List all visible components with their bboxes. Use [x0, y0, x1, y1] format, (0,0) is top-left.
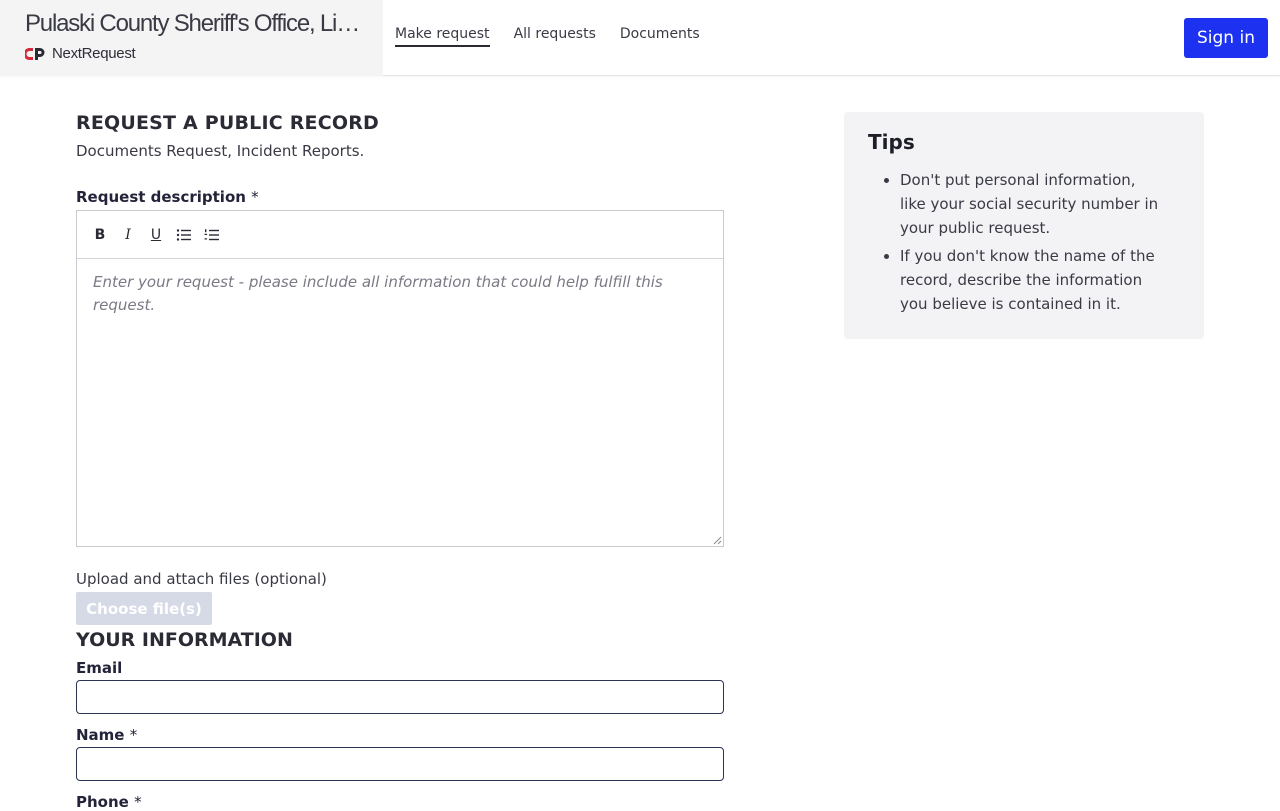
- tips-panel: Tips Don't put personal information, lik…: [844, 112, 1204, 339]
- required-marker: *: [251, 188, 259, 206]
- main-nav: Make request All requests Documents: [395, 26, 700, 47]
- nextrequest-logo-icon: [25, 47, 45, 60]
- upload-label: Upload and attach files (optional): [76, 570, 327, 588]
- nav-make-request[interactable]: Make request: [395, 26, 490, 47]
- nav-documents[interactable]: Documents: [620, 26, 700, 47]
- nav-all-requests[interactable]: All requests: [514, 26, 596, 47]
- italic-icon[interactable]: I: [119, 226, 137, 244]
- your-information-heading: YOUR INFORMATION: [76, 629, 293, 651]
- request-description-input[interactable]: Enter your request - please include all …: [77, 259, 723, 329]
- tips-list: Don't put personal information, like you…: [868, 168, 1180, 316]
- resize-handle-icon[interactable]: [713, 536, 722, 545]
- list-item: If you don't know the name of the record…: [900, 244, 1180, 316]
- nextrequest-brand: NextRequest: [25, 45, 136, 62]
- request-form: REQUEST A PUBLIC RECORD Documents Reques…: [76, 112, 724, 811]
- list-item: Don't put personal information, like you…: [900, 168, 1180, 240]
- editor-toolbar: B I U: [77, 211, 723, 259]
- site-header: Pulaski County Sheriff's Office, Little …: [0, 0, 1280, 76]
- bullet-list-icon[interactable]: [175, 226, 193, 244]
- numbered-list-icon[interactable]: [203, 226, 221, 244]
- request-description-editor: B I U Enter your request - please includ…: [76, 210, 724, 547]
- request-description-label: Request description *: [76, 188, 724, 206]
- agency-brand-block[interactable]: Pulaski County Sheriff's Office, Little …: [0, 0, 383, 76]
- email-field[interactable]: [76, 680, 724, 714]
- name-field[interactable]: [76, 747, 724, 781]
- required-marker: *: [134, 793, 142, 811]
- choose-files-button[interactable]: Choose file(s): [76, 592, 212, 625]
- sign-in-button[interactable]: Sign in: [1184, 18, 1268, 58]
- page-subtitle: Documents Request, Incident Reports.: [76, 142, 365, 160]
- tips-title: Tips: [868, 130, 915, 154]
- phone-label: Phone *: [76, 793, 724, 811]
- name-label: Name *: [76, 726, 724, 744]
- underline-icon[interactable]: U: [147, 226, 165, 244]
- name-label-text: Name: [76, 726, 125, 744]
- required-marker: *: [129, 726, 138, 744]
- agency-title[interactable]: Pulaski County Sheriff's Office, Little …: [25, 10, 365, 38]
- phone-label-text: Phone: [76, 793, 129, 811]
- page-title: REQUEST A PUBLIC RECORD: [76, 112, 380, 134]
- request-description-label-text: Request description: [76, 188, 246, 206]
- email-label: Email: [76, 659, 123, 677]
- brand-name: NextRequest: [52, 45, 136, 62]
- bold-icon[interactable]: B: [91, 226, 109, 244]
